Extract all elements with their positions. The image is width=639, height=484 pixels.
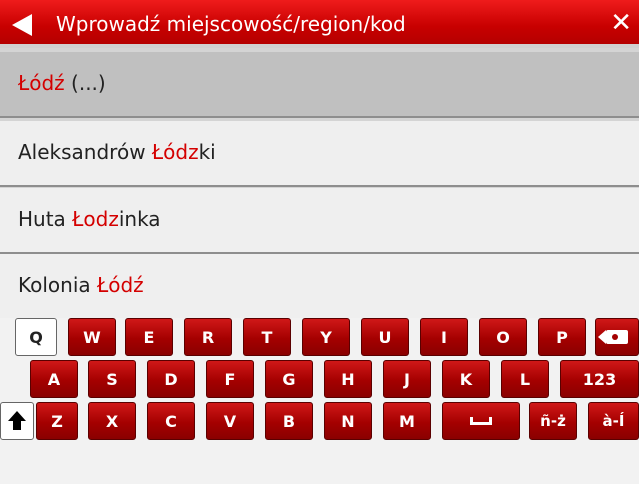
result-match: Łodz — [72, 207, 119, 231]
key-h[interactable]: H — [324, 360, 372, 398]
key-o[interactable]: O — [479, 318, 527, 356]
title-bar: Wprowadź miejscowość/region/kod ✕ — [0, 0, 639, 48]
key-j[interactable]: J — [383, 360, 431, 398]
key-n[interactable]: N — [324, 402, 372, 440]
backspace-icon — [598, 330, 628, 344]
on-screen-keyboard: Q W E R T Y U I O P A S D F G H J K L 12… — [0, 318, 639, 484]
space-key[interactable] — [442, 402, 520, 440]
key-x[interactable]: X — [88, 402, 136, 440]
list-item[interactable]: Huta Łodzinka — [0, 188, 639, 254]
backspace-key[interactable] — [595, 318, 639, 356]
key-y[interactable]: Y — [302, 318, 350, 356]
list-item[interactable]: Łódź (...) — [0, 52, 639, 118]
result-match: Łódź — [97, 273, 144, 297]
accent-key-1[interactable]: ñ-ż — [529, 402, 577, 440]
key-m[interactable]: M — [383, 402, 431, 440]
space-icon — [470, 417, 492, 425]
result-suffix: (...) — [64, 71, 106, 95]
address-entry-screen: Wprowadź miejscowość/region/kod ✕ Łódź (… — [0, 0, 639, 484]
result-prefix: Aleksandrów — [18, 140, 152, 164]
key-d[interactable]: D — [147, 360, 195, 398]
key-p[interactable]: P — [538, 318, 586, 356]
key-a[interactable]: A — [30, 360, 78, 398]
key-w[interactable]: W — [68, 318, 116, 356]
header-divider — [0, 44, 639, 48]
close-icon[interactable]: ✕ — [610, 9, 632, 37]
key-r[interactable]: R — [184, 318, 232, 356]
result-prefix: Huta — [18, 207, 73, 231]
result-prefix: Kolonia — [18, 273, 97, 297]
key-e[interactable]: E — [125, 318, 173, 356]
numbers-key[interactable]: 123 — [560, 360, 639, 398]
key-k[interactable]: K — [442, 360, 490, 398]
page-title: Wprowadź miejscowość/region/kod — [56, 12, 406, 36]
result-match: Łódz — [151, 140, 199, 164]
list-item[interactable]: Kolonia Łódź — [0, 254, 639, 318]
key-t[interactable]: T — [243, 318, 291, 356]
shift-key[interactable] — [0, 402, 34, 440]
shift-icon — [8, 411, 26, 431]
key-q[interactable]: Q — [15, 318, 57, 356]
result-match: Łódź — [18, 71, 65, 95]
accent-key-2[interactable]: à-Í — [588, 402, 639, 440]
back-arrow-icon[interactable] — [12, 14, 32, 36]
result-suffix: inka — [118, 207, 161, 231]
key-f[interactable]: F — [206, 360, 254, 398]
key-b[interactable]: B — [265, 402, 313, 440]
key-s[interactable]: S — [88, 360, 136, 398]
result-suffix: ki — [198, 140, 216, 164]
key-g[interactable]: G — [265, 360, 313, 398]
key-u[interactable]: U — [361, 318, 409, 356]
key-l[interactable]: L — [501, 360, 549, 398]
key-c[interactable]: C — [147, 402, 195, 440]
key-z[interactable]: Z — [36, 402, 78, 440]
key-v[interactable]: V — [206, 402, 254, 440]
key-i[interactable]: I — [420, 318, 468, 356]
list-item[interactable]: Aleksandrów Łódzki — [0, 121, 639, 187]
